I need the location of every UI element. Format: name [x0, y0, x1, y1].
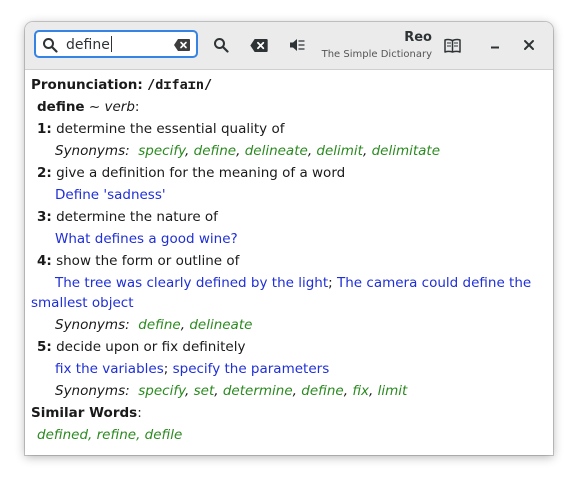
headword: define [37, 99, 85, 115]
part-of-speech: verb [104, 99, 135, 115]
sense-1-synonyms: Synonyms: specify, define, delineate, de… [55, 143, 441, 159]
close-button[interactable] [517, 33, 541, 57]
similar-word-link[interactable]: defile [145, 427, 183, 443]
header-bar: define Reo The Simple Dictionary [25, 22, 553, 70]
synonym-link[interactable]: delineate [245, 143, 308, 159]
synonym-link[interactable]: determine [223, 383, 293, 399]
sense-definition: decide upon or fix definitely [56, 339, 246, 355]
example: fix the variables [55, 361, 164, 377]
synonym-link[interactable]: delineate [189, 317, 252, 333]
sense-3: 3: determine the nature of [37, 209, 218, 225]
synonym-link[interactable]: specify [138, 143, 185, 159]
example: The tree was clearly defined by the ligh… [55, 275, 329, 291]
app-title: Reo [404, 30, 432, 45]
search-icon [43, 38, 58, 53]
minimize-icon [491, 46, 499, 49]
title-block: Reo The Simple Dictionary [322, 30, 432, 62]
pronunciation-label: Pronunciation: [31, 77, 143, 93]
similar-words-list: defined, refine, defile [37, 427, 183, 443]
clear-search-icon[interactable] [174, 39, 190, 51]
clear-button[interactable] [247, 33, 271, 57]
book-icon [443, 38, 461, 53]
sense-5-synonyms: Synonyms: specify, set, determine, defin… [55, 383, 408, 399]
speak-button[interactable] [285, 33, 309, 57]
search-button[interactable] [209, 33, 233, 57]
sense-2: 2: give a definition for the meaning of … [37, 165, 346, 181]
minimize-button[interactable] [483, 33, 507, 57]
headword-line: define ~ verb: [37, 99, 140, 115]
app-window: define Reo The Simple Dictionary Pronunc… [25, 22, 553, 455]
sense-definition: show the form or outline of [56, 253, 240, 269]
similar-word-link[interactable]: defined [37, 427, 88, 443]
sense-5: 5: decide upon or fix definitely [37, 339, 246, 355]
synonym-link[interactable]: delimitate [372, 143, 440, 159]
synonyms-label: Synonyms: [55, 143, 130, 159]
pronunciation-line: Pronunciation: /dɪfaɪn/ [31, 76, 212, 94]
similar-words-label: Similar Words [31, 405, 138, 421]
app-subtitle: The Simple Dictionary [321, 49, 432, 60]
sense-4-examples: The tree was clearly defined by the ligh… [55, 275, 532, 291]
synonym-link[interactable]: define [138, 317, 180, 333]
sense-definition: determine the nature of [56, 209, 218, 225]
search-input-value: define [66, 36, 112, 53]
definition-view: Pronunciation: /dɪfaɪn/ define ~ verb: 1… [25, 70, 553, 455]
speaker-muted-icon [290, 39, 305, 51]
example: specify the parameters [172, 361, 330, 377]
synonym-link[interactable]: define [194, 143, 236, 159]
similar-words-heading: Similar Words: [31, 405, 142, 421]
sense-4: 4: show the form or outline of [37, 253, 240, 269]
tilde: ~ [88, 99, 101, 115]
search-input[interactable]: define [34, 30, 198, 58]
sense-3-example: What defines a good wine? [55, 231, 238, 247]
sense-2-example: Define 'sadness' [55, 187, 166, 203]
sense-1: 1: determine the essential quality of [37, 121, 285, 137]
synonym-link[interactable]: define [301, 383, 343, 399]
sense-4-example-wrap: smallest object [31, 295, 134, 311]
bookmarks-button[interactable] [440, 33, 464, 57]
example: The camera could define the [337, 275, 532, 291]
synonym-link[interactable]: fix [352, 383, 369, 399]
synonym-link[interactable]: limit [378, 383, 408, 399]
pronunciation-value: /dɪfaɪn/ [147, 77, 213, 93]
synonyms-label: Synonyms: [55, 317, 130, 333]
sense-5-examples: fix the variables; specify the parameter… [55, 361, 330, 377]
sense-definition: give a definition for the meaning of a w… [56, 165, 346, 181]
synonym-link[interactable]: specify [138, 383, 185, 399]
synonym-link[interactable]: set [194, 383, 215, 399]
sense-4-synonyms: Synonyms: define, delineate [55, 317, 253, 333]
similar-word-link[interactable]: refine [97, 427, 136, 443]
backspace-icon [250, 38, 268, 52]
close-icon [524, 40, 534, 50]
search-icon [214, 38, 229, 53]
sense-definition: determine the essential quality of [56, 121, 285, 137]
synonyms-label: Synonyms: [55, 383, 130, 399]
synonym-link[interactable]: delimit [316, 143, 363, 159]
